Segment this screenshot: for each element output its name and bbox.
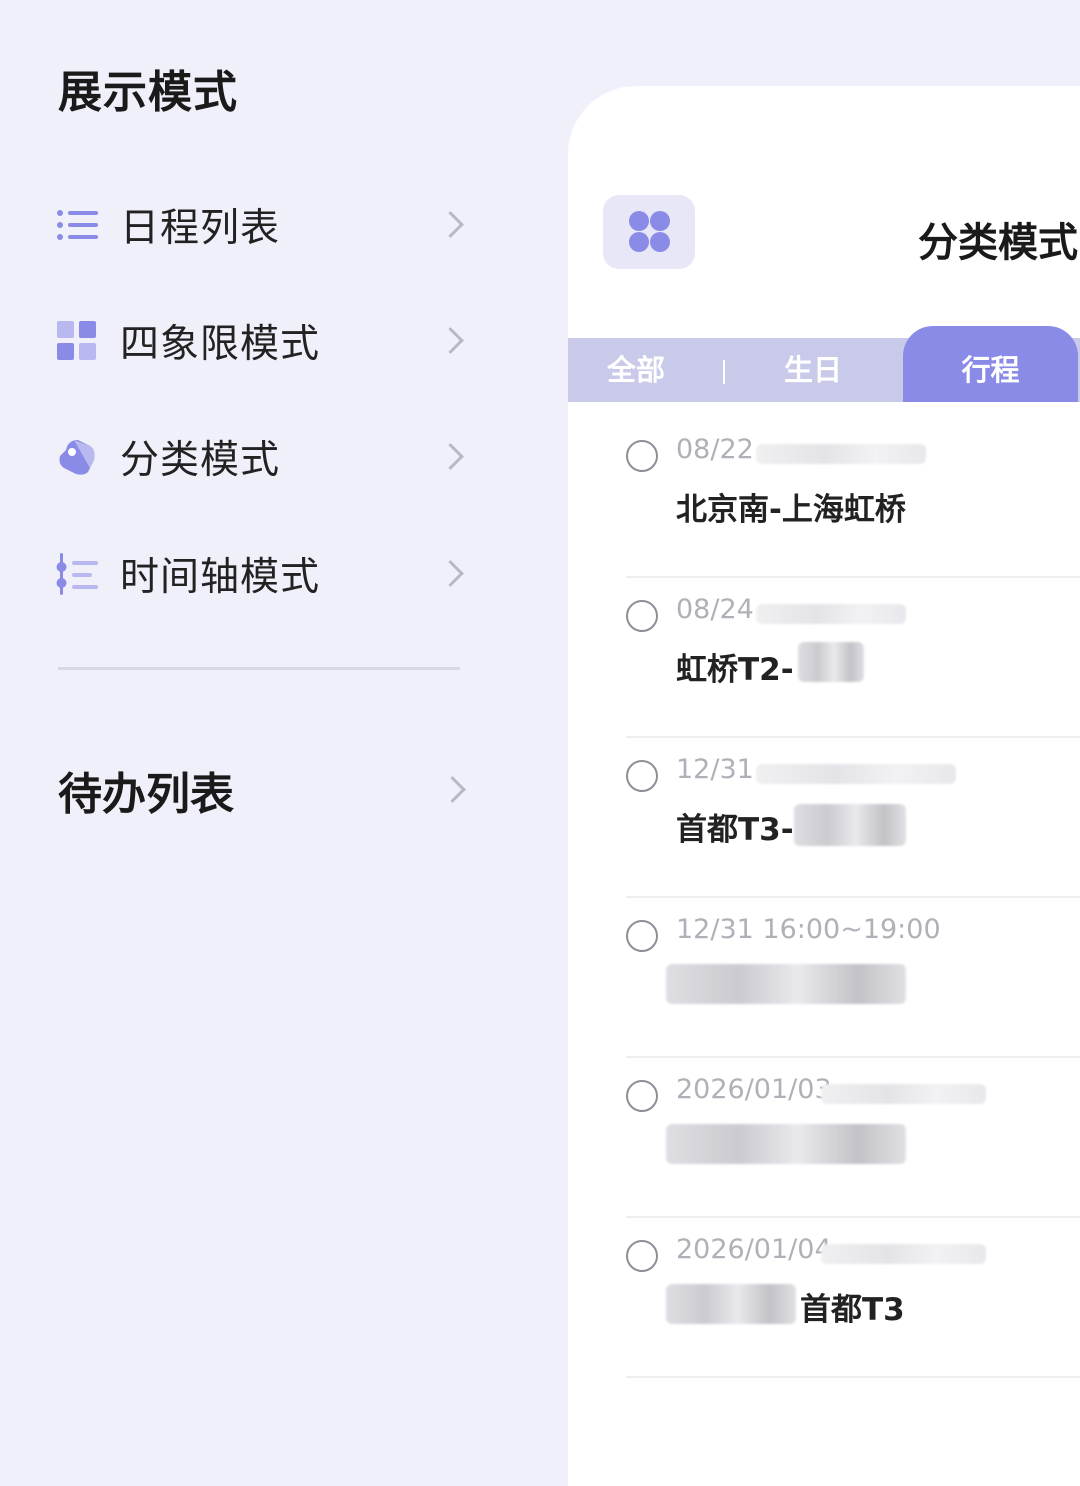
event-row[interactable]: 2026/01/03 — [626, 1056, 1080, 1218]
tab-all[interactable]: 全部 — [568, 338, 704, 402]
display-mode-title: 展示模式 — [58, 67, 238, 118]
preview-card: 分类模式 全部 生日 行程 08/22 北京南-上海虹桥 08/24 虹桥T2-… — [568, 86, 1080, 1486]
menu-item-category[interactable]: 分类模式 — [56, 422, 466, 492]
event-date: 08/22 — [676, 434, 754, 465]
event-row[interactable]: 08/24 虹桥T2- — [626, 576, 1080, 738]
redacted-blur — [756, 444, 926, 464]
chevron-right-icon — [439, 776, 466, 803]
redacted-blur — [756, 764, 956, 784]
event-date: 08/24 — [676, 594, 754, 625]
tab-bar: 全部 生日 行程 — [568, 326, 1080, 402]
todo-list-entry[interactable]: 待办列表 — [58, 755, 468, 825]
tab-birthday[interactable]: 生日 — [728, 338, 898, 402]
event-title: 首都T3- — [676, 812, 794, 848]
grid-icon[interactable] — [603, 195, 695, 269]
chevron-right-icon — [437, 443, 464, 470]
chevron-right-icon — [437, 327, 464, 354]
checkbox-circle-icon[interactable] — [626, 920, 658, 952]
list-icon — [56, 204, 98, 246]
event-title: 北京南-上海虹桥 — [676, 492, 906, 528]
event-date: 12/31 16:00~19:00 — [676, 914, 941, 945]
event-date: 2026/01/03 — [676, 1074, 832, 1105]
event-date: 12/31 — [676, 754, 754, 785]
redacted-blur — [666, 964, 906, 1004]
menu-item-label: 分类模式 — [120, 438, 281, 483]
checkbox-circle-icon[interactable] — [626, 1080, 658, 1112]
menu-item-schedule-list[interactable]: 日程列表 — [56, 190, 466, 260]
divider — [58, 667, 460, 670]
checkbox-circle-icon[interactable] — [626, 760, 658, 792]
checkbox-circle-icon[interactable] — [626, 1240, 658, 1272]
checkbox-circle-icon[interactable] — [626, 440, 658, 472]
event-row[interactable]: 12/31 首都T3- — [626, 736, 1080, 898]
redacted-blur — [756, 604, 906, 624]
redacted-blur — [666, 1124, 906, 1164]
menu-item-quadrant[interactable]: 四象限模式 — [56, 306, 466, 376]
chevron-right-icon — [437, 560, 464, 587]
menu-item-label: 时间轴模式 — [120, 555, 321, 600]
redacted-blur — [798, 642, 864, 682]
redacted-blur — [666, 1284, 796, 1324]
tab-separator — [723, 360, 725, 384]
tab-trip[interactable]: 行程 — [903, 326, 1078, 402]
menu-item-timeline[interactable]: 时间轴模式 — [56, 539, 466, 609]
event-title: 首都T3 — [800, 1292, 905, 1328]
event-date: 2026/01/04 — [676, 1234, 832, 1265]
chevron-right-icon — [437, 211, 464, 238]
redacted-blur — [821, 1084, 986, 1104]
event-row[interactable]: 08/22 北京南-上海虹桥 — [626, 416, 1080, 578]
tag-icon — [56, 436, 98, 478]
todo-list-title: 待办列表 — [58, 769, 234, 820]
redacted-blur — [794, 804, 906, 846]
event-row[interactable]: 2026/01/04 首都T3 — [626, 1216, 1080, 1378]
quadrant-icon — [56, 320, 98, 362]
menu-item-label: 四象限模式 — [120, 322, 321, 367]
menu-item-label: 日程列表 — [120, 206, 281, 251]
preview-title: 分类模式 — [918, 220, 1078, 266]
checkbox-circle-icon[interactable] — [626, 600, 658, 632]
redacted-blur — [821, 1244, 986, 1264]
event-row[interactable]: 12/31 16:00~19:00 — [626, 896, 1080, 1058]
event-title: 虹桥T2- — [676, 652, 794, 688]
timeline-icon — [56, 553, 98, 595]
